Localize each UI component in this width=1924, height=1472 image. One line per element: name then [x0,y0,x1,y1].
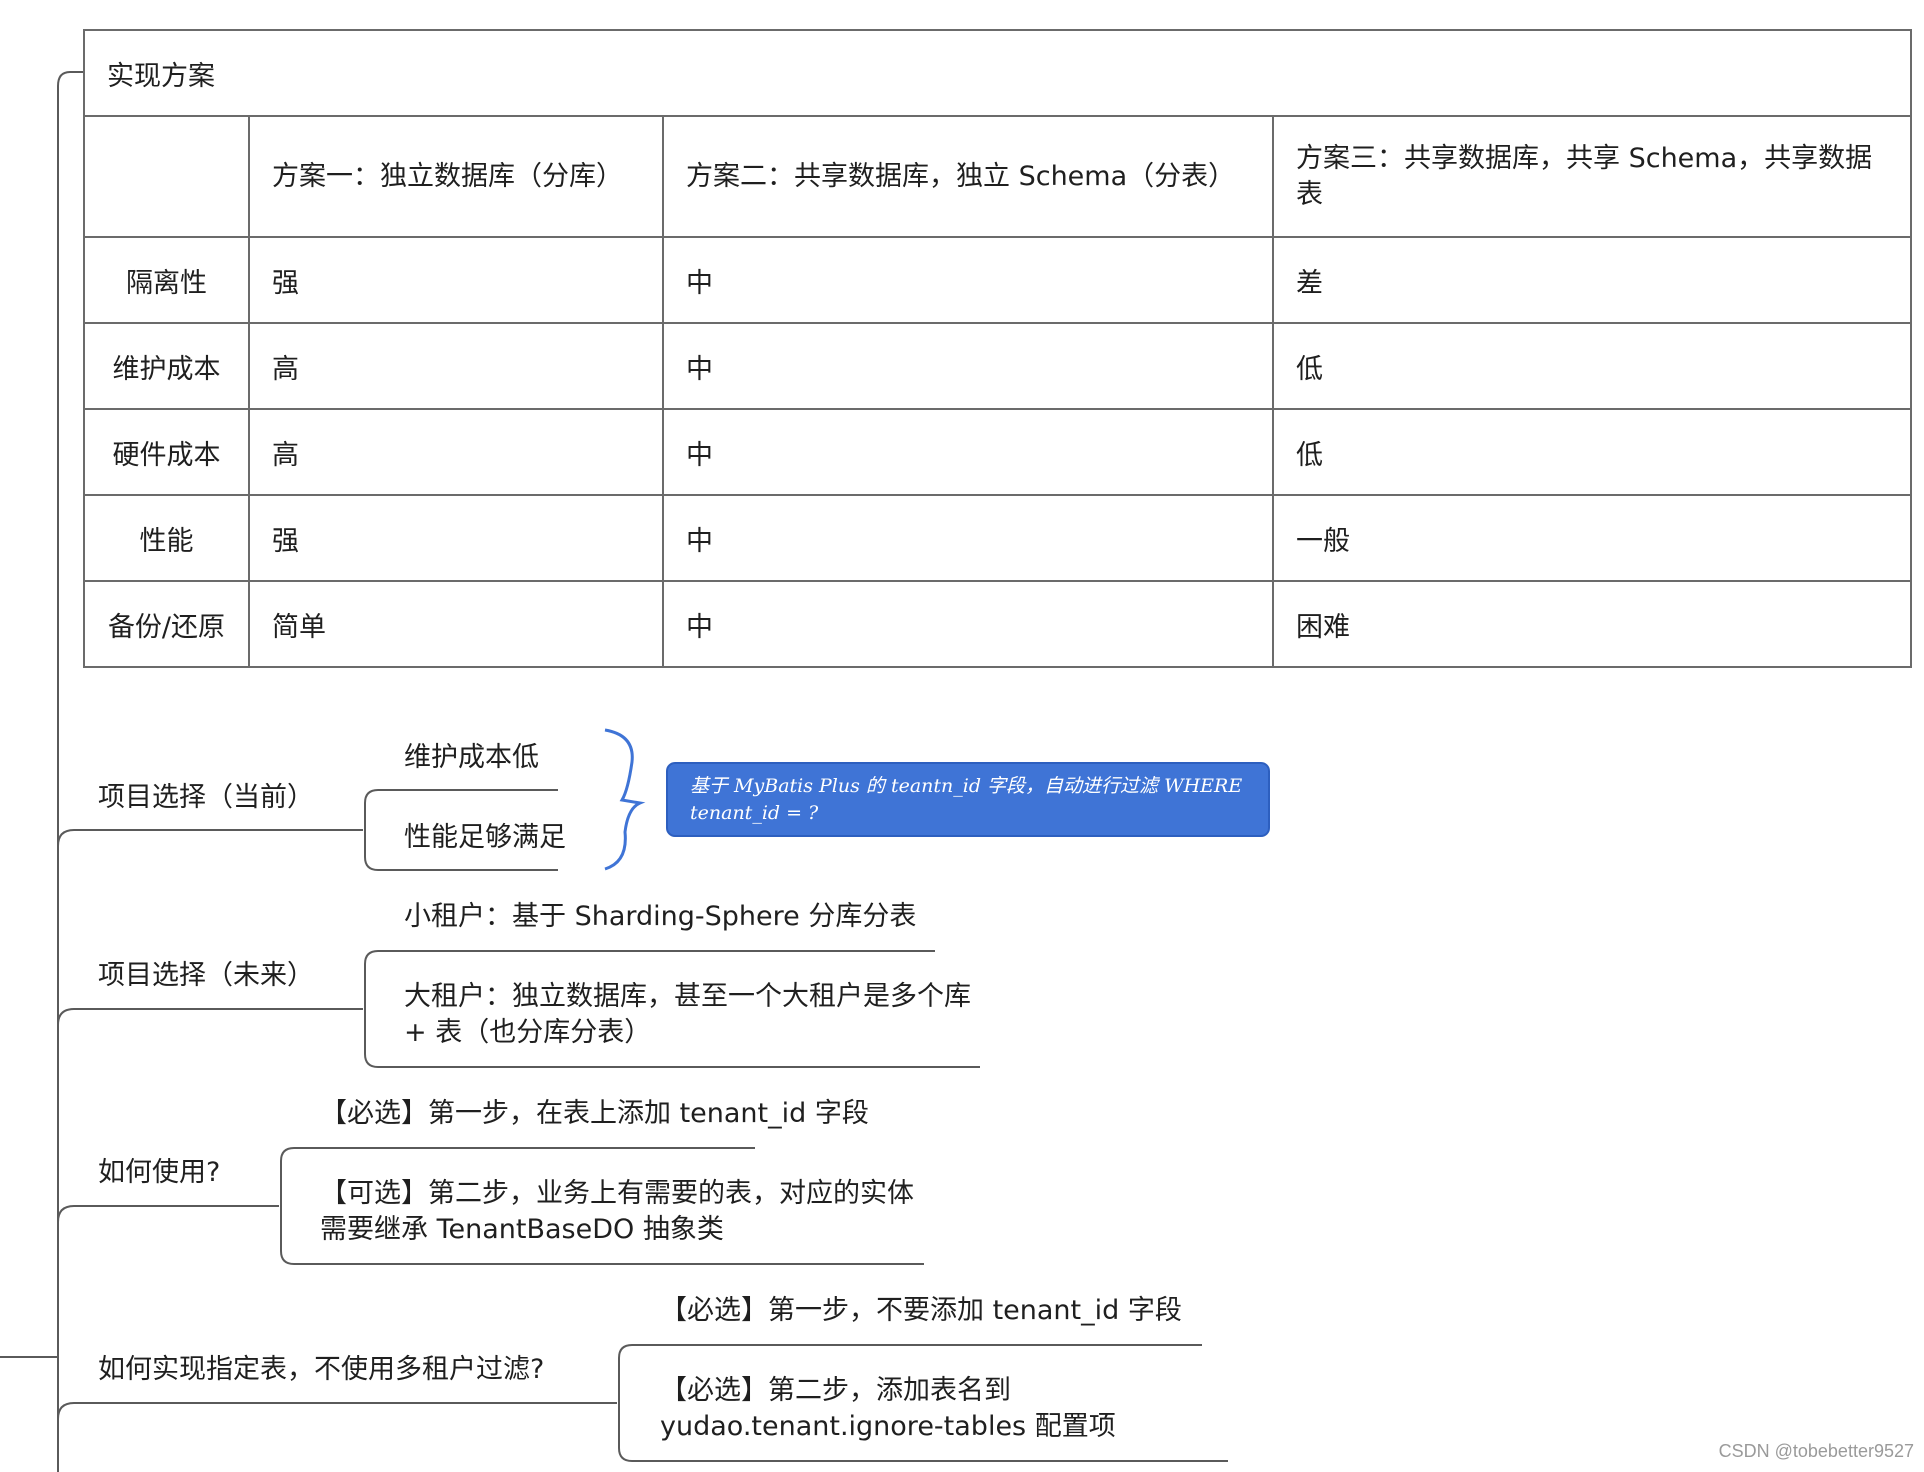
table-row: 备份/还原 简单 中 困难 [83,580,1912,668]
comparison-table: 实现方案 方案一：独立数据库（分库） 方案二：共享数据库，独立 Schema（分… [83,29,1912,668]
table-row: 硬件成本 高 中 低 [83,408,1912,496]
future-item-small-tenant[interactable]: 小租户：基于 Sharding-Sphere 分库分表 [404,899,916,935]
ignore-step-2[interactable]: 【必选】第二步，添加表名到 yudao.tenant.ignore-tables… [660,1373,1225,1445]
table-cell: 低 [1272,322,1912,410]
table-cell: 差 [1272,236,1912,324]
branch-future-label[interactable]: 项目选择（未来） [98,958,314,994]
table-title: 实现方案 [83,29,1912,117]
branch-usage-line [57,1205,279,1223]
branch-usage-label[interactable]: 如何使用? [98,1155,220,1191]
row-label: 维护成本 [83,322,250,410]
header-scheme-2: 方案二：共享数据库，独立 Schema（分表） [662,115,1274,238]
watermark: CSDN @tobebetter9527 [1718,1441,1914,1461]
header-empty [83,115,250,238]
branch-current-line [57,829,363,847]
current-item-maintenance[interactable]: 维护成本低 [404,740,539,776]
table-row: 隔离性 强 中 差 [83,236,1912,324]
table-cell: 简单 [248,580,664,668]
table-cell: 中 [662,408,1274,496]
table-cell: 低 [1272,408,1912,496]
usage-step-2[interactable]: 【可选】第二步，业务上有需要的表，对应的实体需要继承 TenantBaseDO … [320,1176,920,1248]
curly-brace-icon [604,728,646,871]
trunk-line [57,71,83,1472]
table-cell: 中 [662,322,1274,410]
branch-future-line [57,1008,363,1026]
current-item-performance[interactable]: 性能足够满足 [404,820,566,856]
header-scheme-3: 方案三：共享数据库，共享 Schema，共享数据表 [1272,115,1912,238]
future-item-large-tenant[interactable]: 大租户：独立数据库，甚至一个大租户是多个库 + 表（也分库分表） [404,979,974,1051]
table-cell: 困难 [1272,580,1912,668]
header-scheme-1: 方案一：独立数据库（分库） [248,115,664,238]
mybatis-note[interactable]: 基于 MyBatis Plus 的 teantn_id 字段，自动进行过滤 WH… [666,762,1270,837]
table-row: 维护成本 高 中 低 [83,322,1912,410]
table-cell: 高 [248,322,664,410]
branch-ignore-label[interactable]: 如何实现指定表，不使用多租户过滤? [98,1352,544,1388]
row-label: 性能 [83,494,250,582]
table-cell: 高 [248,408,664,496]
table-cell: 强 [248,236,664,324]
table-row: 性能 强 中 一般 [83,494,1912,582]
ignore-step-1[interactable]: 【必选】第一步，不要添加 tenant_id 字段 [660,1293,1182,1329]
row-label: 硬件成本 [83,408,250,496]
usage-step-1[interactable]: 【必选】第一步，在表上添加 tenant_id 字段 [320,1096,869,1132]
table-cell: 强 [248,494,664,582]
branch-current-label[interactable]: 项目选择（当前） [98,780,314,816]
table-cell: 中 [662,580,1274,668]
table-cell: 中 [662,494,1274,582]
table-cell: 中 [662,236,1274,324]
row-label: 隔离性 [83,236,250,324]
mindmap-canvas: 实现方案 方案一：独立数据库（分库） 方案二：共享数据库，独立 Schema（分… [0,0,1924,1472]
row-label: 备份/还原 [83,580,250,668]
branch-ignore-line [57,1402,617,1420]
table-cell: 一般 [1272,494,1912,582]
